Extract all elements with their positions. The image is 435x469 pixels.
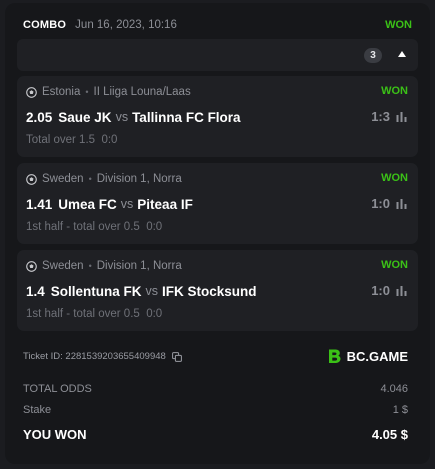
selections-toggle[interactable]: 3 (17, 39, 418, 71)
league-line: Sweden • Division 1, Norra (26, 171, 182, 187)
match-score: 1:3 (371, 109, 390, 124)
market-result: 0:0 (101, 134, 118, 146)
country-name: Sweden (42, 260, 84, 272)
selection-status: WON (381, 259, 408, 271)
ticket-id-value: 2281539203655409948 (65, 351, 166, 362)
away-team: Tallinna FC Flora (132, 109, 241, 125)
match-line: 1.41 Umea FC vs Piteaa IF (26, 195, 193, 213)
copy-icon[interactable] (171, 351, 182, 362)
stake-value: 1 $ (392, 404, 408, 416)
separator-dot: • (88, 174, 92, 184)
winnings-row: YOU WON 4.05 $ (23, 427, 408, 442)
selection-status: WON (381, 85, 408, 97)
winnings-value: 4.05 $ (371, 427, 408, 442)
selection-card: Sweden • Division 1, Norra WON 1.4 Solle… (17, 250, 418, 331)
ticket-id-label: Ticket ID: (23, 351, 63, 362)
country-name: Sweden (42, 173, 84, 185)
brand-name: BC.GAME (346, 349, 408, 364)
selection-odd: 1.4 (26, 283, 45, 299)
bet-header: COMBO Jun 16, 2023, 10:16 WON (23, 16, 412, 34)
selection-odd: 1.41 (26, 196, 53, 212)
stake-label: Stake (23, 404, 52, 416)
market-name: 1st half - total over 0.5 (26, 308, 140, 320)
bet-status-badge: WON (385, 19, 412, 31)
market-name: Total over 1.5 (26, 134, 96, 146)
market-line: 1st half - total over 0.5 0:0 (26, 308, 162, 320)
vs-label: vs (145, 284, 159, 298)
soccer-ball-icon (26, 173, 37, 185)
bc-game-logo-icon (328, 349, 341, 363)
total-odds-row: TOTAL ODDS 4.046 (23, 383, 408, 395)
chevron-up-icon[interactable] (398, 51, 406, 57)
match-score: 1:0 (371, 196, 390, 211)
league-name: Division 1, Norra (96, 260, 182, 272)
selection-odd: 2.05 (26, 109, 53, 125)
separator-dot: • (85, 87, 89, 97)
total-odds-label: TOTAL ODDS (23, 383, 92, 395)
market-line: 1st half - total over 0.5 0:0 (26, 221, 162, 233)
match-line: 2.05 Saue JK vs Tallinna FC Flora (26, 108, 241, 126)
vs-label: vs (120, 197, 134, 211)
stats-icon[interactable] (396, 199, 407, 209)
vs-label: vs (115, 110, 129, 124)
away-team: Piteaa IF (137, 196, 193, 212)
selection-status: WON (381, 172, 408, 184)
league-name: II Liiga Louna/Laas (93, 86, 191, 98)
match-line: 1.4 Sollentuna FK vs IFK Stocksund (26, 282, 257, 300)
separator-dot: • (88, 261, 92, 271)
selections-count-badge: 3 (364, 48, 382, 63)
ticket-id: Ticket ID: 2281539203655409948 (23, 351, 182, 362)
stake-row: Stake 1 $ (23, 404, 408, 416)
home-team: Umea FC (58, 196, 117, 212)
winnings-label: YOU WON (23, 427, 87, 442)
home-team: Sollentuna FK (50, 283, 142, 299)
soccer-ball-icon (26, 86, 37, 98)
league-line: Estonia • II Liiga Louna/Laas (26, 84, 191, 100)
bet-date: Jun 16, 2023, 10:16 (75, 19, 177, 31)
bet-type: COMBO (23, 19, 67, 31)
market-result: 0:0 (146, 308, 163, 320)
away-team: IFK Stocksund (162, 283, 257, 299)
selection-card: Estonia • II Liiga Louna/Laas WON 2.05 S… (17, 76, 418, 157)
bet-slip-card: COMBO Jun 16, 2023, 10:16 WON 3 Estonia … (5, 3, 430, 464)
market-name: 1st half - total over 0.5 (26, 221, 140, 233)
stats-icon[interactable] (396, 286, 407, 296)
selection-card: Sweden • Division 1, Norra WON 1.41 Umea… (17, 163, 418, 244)
stats-icon[interactable] (396, 112, 407, 122)
soccer-ball-icon (26, 260, 37, 272)
market-result: 0:0 (146, 221, 163, 233)
brand-logo: BC.GAME (326, 348, 408, 365)
league-line: Sweden • Division 1, Norra (26, 258, 182, 274)
market-line: Total over 1.5 0:0 (26, 134, 117, 146)
total-odds-value: 4.046 (380, 383, 408, 395)
country-name: Estonia (42, 86, 81, 98)
match-score: 1:0 (371, 283, 390, 298)
home-team: Saue JK (58, 109, 112, 125)
league-name: Division 1, Norra (96, 173, 182, 185)
